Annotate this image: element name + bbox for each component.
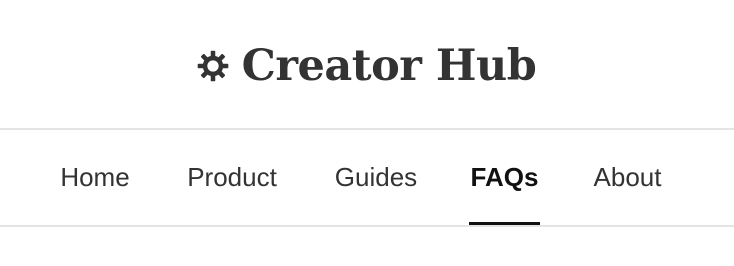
brand[interactable]: Creator Hub: [196, 40, 537, 91]
nav-item-home[interactable]: Home: [56, 130, 134, 225]
nav-item-guides[interactable]: Guides: [331, 130, 421, 225]
nav-divider: [0, 225, 734, 227]
nav-item-faqs[interactable]: FAQs: [469, 130, 540, 226]
main-nav: Home Product Guides FAQs About: [0, 130, 734, 226]
site-header: Creator Hub: [0, 0, 734, 128]
gear-icon: [197, 50, 228, 82]
nav-item-about[interactable]: About: [589, 130, 666, 225]
nav-item-product[interactable]: Product: [181, 130, 283, 225]
site-title: Creator Hub: [241, 40, 537, 91]
